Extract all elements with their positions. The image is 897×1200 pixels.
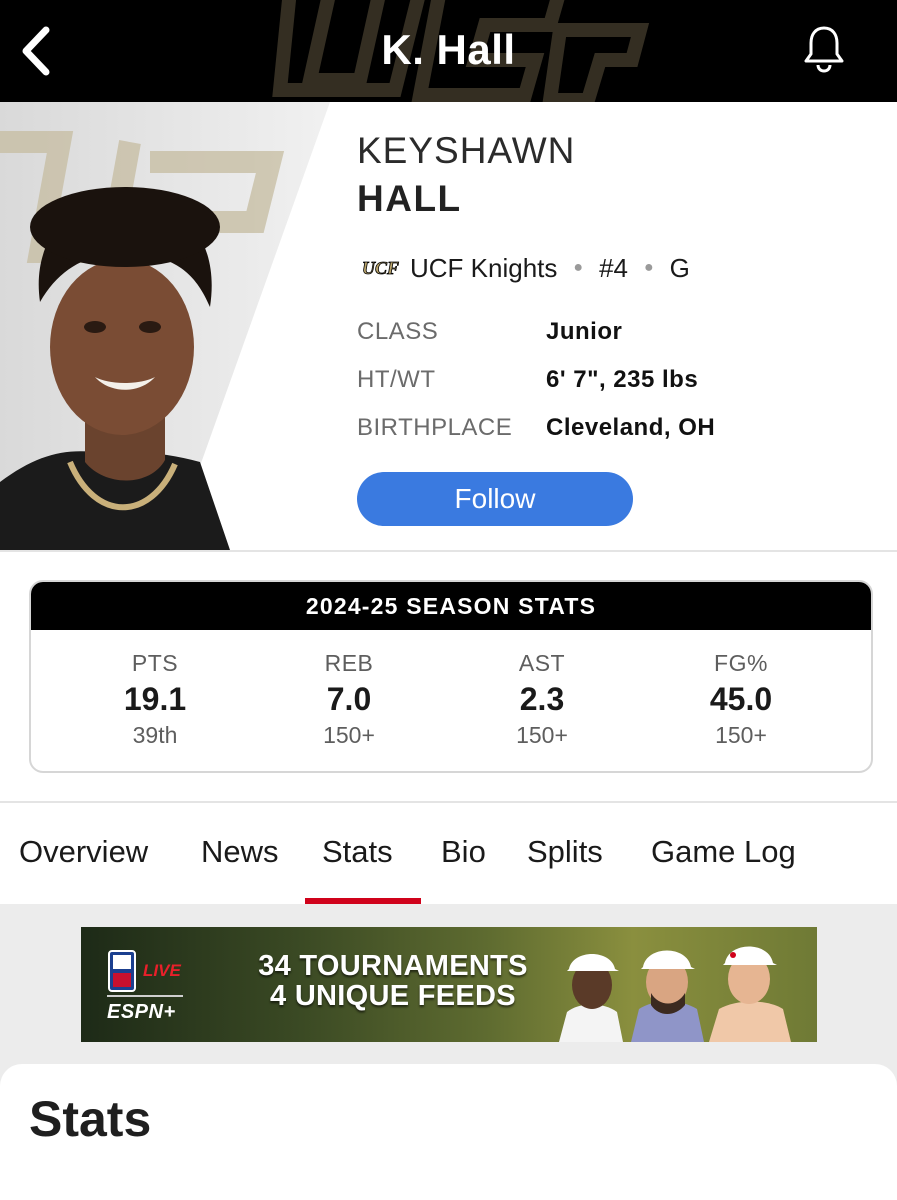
stat-fg-pct: FG% 45.0 150+ [661,650,821,749]
follow-button[interactable]: Follow [357,472,633,526]
stat-label: REB [324,650,374,676]
stat-label: AST [518,650,566,676]
section-title: Stats [29,1091,152,1147]
separator-dot: ● [643,259,654,276]
notifications-button[interactable] [799,22,849,76]
season-stats-title: 2024-25 SEASON STATS [31,582,871,630]
stat-ast: AST 2.3 150+ [462,650,622,749]
stat-rank: 39th [132,722,178,748]
espn-plus-logo: ESPN+ [107,1001,176,1023]
stat-value: 45.0 [709,681,773,717]
stat-value: 19.1 [123,681,187,717]
stat-label: FG% [714,650,768,676]
info-label: CLASS [357,318,439,345]
stat-pts: PTS 19.1 39th [75,650,235,749]
ad-banner[interactable]: LIVE ESPN+ 34 TOURNAMENTS 4 UNIQUE FEEDS [81,927,817,1042]
team-name[interactable]: UCF Knights [410,253,557,284]
player-first-name: KEYSHAWN [357,130,576,171]
bell-icon [804,26,844,73]
divider [0,801,897,803]
player-photo [0,102,350,550]
info-label: HT/WT [357,366,436,393]
tab-bio[interactable]: Bio [441,834,486,870]
stat-value: 7.0 [326,681,372,717]
separator-dot: ● [573,259,584,276]
ucf-logo-icon: UCF [360,252,400,284]
info-row-class: CLASS Junior [357,318,622,346]
jersey-number: #4 [599,252,628,283]
player-position: G [669,252,690,283]
info-label: BIRTHPLACE [357,414,513,441]
info-value: Cleveland, OH [546,414,716,441]
tab-stats[interactable]: Stats [322,834,393,870]
divider [0,550,897,552]
tab-splits[interactable]: Splits [527,834,603,870]
stat-value: 2.3 [519,681,565,717]
tab-overview[interactable]: Overview [19,834,148,870]
ad-headline-line1: 34 TOURNAMENTS [258,950,528,982]
stats-section: Stats [0,1064,897,1200]
stat-reb: REB 7.0 150+ [269,650,429,749]
info-row-birthplace: BIRTHPLACE Cleveland, OH [357,414,715,442]
tab-bar: Overview News Stats Bio Splits Game Log [0,804,897,904]
team-info-line: UCF UCF Knights ● #4 ● G [360,252,690,284]
ad-headline: 34 TOURNAMENTS 4 UNIQUE FEEDS [233,951,553,1011]
info-value: 6' 7", 235 lbs [546,366,699,393]
info-row-height-weight: HT/WT 6' 7", 235 lbs [357,366,698,394]
stat-rank: 150+ [323,722,375,748]
ad-headline-line2: 4 UNIQUE FEEDS [270,980,516,1012]
stat-rank: 150+ [715,722,767,748]
player-last-name: HALL [357,178,462,219]
tab-news[interactable]: News [201,834,279,870]
info-value: Junior [546,318,623,345]
page-title: K. Hall [381,26,516,73]
tab-game-log[interactable]: Game Log [651,834,796,870]
season-stats-card: 2024-25 SEASON STATS PTS 19.1 39th REB 7… [29,580,873,773]
svg-text:UCF: UCF [362,258,399,278]
top-nav-bar: K. Hall [0,0,897,102]
stat-rank: 150+ [516,722,568,748]
ad-live-label: LIVE [143,961,181,980]
ad-golfers-image [559,946,791,1042]
ad-divider [107,995,183,997]
stat-label: PTS [131,650,179,676]
